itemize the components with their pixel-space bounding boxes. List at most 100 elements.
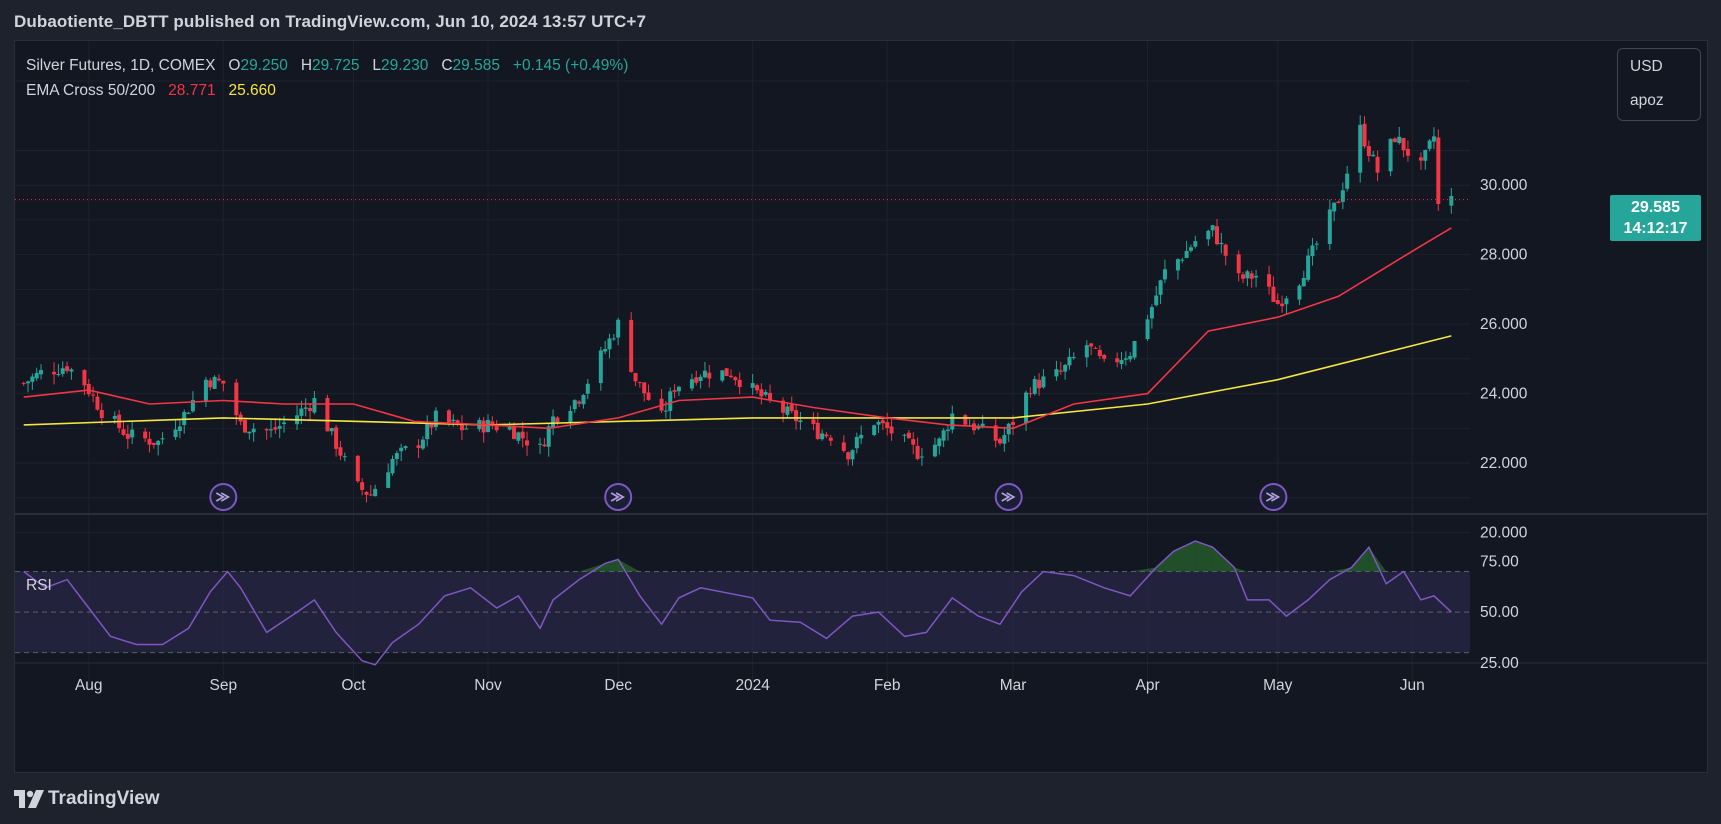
candle-body [915, 445, 920, 459]
rsi-axis-label: 75.00 [1480, 553, 1519, 570]
ema-label[interactable]: EMA Cross 50/200 [26, 82, 155, 99]
candle-body [1219, 242, 1224, 245]
candle-body [551, 416, 556, 428]
candle-body [130, 429, 135, 438]
candle-body [728, 375, 733, 378]
candle-body [56, 374, 61, 376]
candle-body [1345, 173, 1350, 189]
candle-body [616, 319, 621, 338]
price-axis-label: 20.000 [1480, 525, 1528, 542]
candle-body [538, 443, 543, 445]
candle-body [1284, 298, 1289, 305]
candle-body [26, 381, 31, 384]
candle-body [86, 383, 91, 395]
candle-body [1436, 137, 1441, 205]
candle-body [1193, 241, 1198, 247]
candle-body [568, 410, 573, 424]
candle-body [425, 423, 430, 440]
tradingview-logo-icon [14, 790, 44, 808]
candle-body [1128, 356, 1133, 360]
candle-body [273, 427, 278, 430]
candle-body [355, 455, 360, 482]
candle-body [646, 392, 651, 400]
candle-body [1418, 157, 1423, 161]
chart-frame[interactable]: 20.000 22.000 24.000 26.000 28.000 30.000 25.0… [14, 40, 1708, 773]
candle-body [824, 434, 829, 437]
candle-body [520, 431, 525, 439]
candle-body [112, 416, 117, 419]
candle-body [1206, 230, 1211, 240]
candle-body [1392, 138, 1397, 142]
candle-body [889, 426, 894, 434]
candle-body [1405, 148, 1410, 156]
candle-body [160, 438, 165, 440]
time-axis-label: Oct [341, 677, 366, 694]
candle-body [1032, 379, 1037, 394]
candle-body [676, 386, 681, 392]
candle-body [1449, 196, 1454, 206]
candle-body [1188, 247, 1193, 251]
candle-body [1249, 273, 1254, 279]
candle-body [1154, 295, 1159, 306]
price-chart-svg[interactable]: 20.000 22.000 24.000 26.000 28.000 30.000 25.0… [15, 41, 1707, 772]
candle-body [360, 482, 365, 490]
candle-body [1388, 138, 1393, 172]
candle-body [919, 456, 924, 458]
candle-body [1084, 345, 1089, 358]
candle-body [95, 396, 100, 410]
candle-body [1401, 138, 1406, 151]
candle-body [798, 420, 803, 423]
ema50-value: 28.771 [168, 82, 216, 99]
candle-body [1314, 243, 1319, 245]
candle-body [342, 456, 347, 458]
candle-body [854, 436, 859, 449]
candle-body [859, 434, 864, 439]
candle-body [707, 372, 712, 379]
candle-body [607, 338, 612, 350]
currency-selector[interactable]: USD apoz [1617, 48, 1701, 121]
candle-body [694, 377, 699, 383]
candle-body [1180, 259, 1185, 261]
high-value: 29.725 [312, 57, 360, 74]
candle-body [216, 378, 221, 381]
candle-body [177, 426, 182, 431]
candle-body [1002, 435, 1007, 444]
change-value: +0.145 (+0.49%) [512, 57, 629, 74]
ema-row: EMA Cross 50/200 28.771 25.660 [26, 78, 628, 103]
candle-body [1427, 140, 1432, 149]
candle-body [572, 400, 577, 410]
candle-body [820, 433, 825, 440]
time-axis-label: Feb [874, 677, 901, 694]
time-axis-label: May [1263, 677, 1293, 694]
candle-body [121, 429, 126, 435]
tradingview-logo[interactable]: TradingView [14, 788, 160, 810]
candle-body [815, 422, 820, 439]
candle-body [1063, 364, 1068, 372]
candle-body [52, 371, 57, 375]
time-axis-label: Mar [1000, 677, 1027, 694]
candle-body [585, 383, 590, 394]
candle-body [1184, 250, 1189, 258]
candle-body [151, 442, 156, 445]
candle-body [507, 426, 512, 430]
candle-body [642, 382, 647, 394]
candle-body [30, 376, 35, 382]
candle-body [69, 369, 74, 372]
candle-body [1280, 303, 1285, 307]
candle-body [264, 429, 269, 431]
candle-body [1041, 376, 1046, 388]
time-axis-label: Sep [209, 677, 237, 694]
candle-body [1123, 358, 1128, 360]
candle-body [481, 420, 486, 433]
price-axis-label: 28.000 [1480, 247, 1528, 264]
candle-body [876, 421, 881, 425]
candle-body [368, 494, 373, 496]
candle-body [1102, 354, 1107, 359]
rsi-label[interactable]: RSI [26, 577, 52, 595]
candle-body [1332, 202, 1337, 212]
candle-body [1158, 280, 1163, 295]
candle-body [1093, 347, 1098, 349]
symbol-title[interactable]: Silver Futures, 1D, COMEX [26, 57, 216, 74]
tradingview-brand-text: TradingView [48, 788, 160, 809]
low-value: 29.230 [381, 57, 429, 74]
